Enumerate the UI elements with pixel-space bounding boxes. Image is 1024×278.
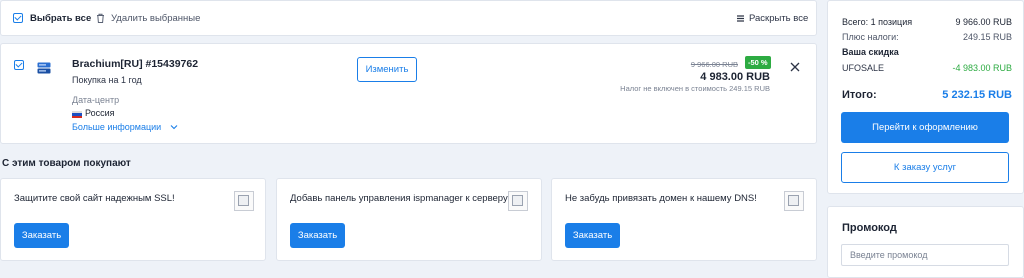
summary-tax-label: Плюс налоги:	[842, 32, 899, 42]
select-all-checkbox[interactable]	[13, 13, 23, 23]
summary-grand-label: Итого:	[842, 89, 877, 101]
promo-input[interactable]	[841, 244, 1009, 266]
close-icon[interactable]	[790, 62, 800, 72]
upsell-text: Добавь панель управления ispmanager к се…	[290, 193, 511, 204]
upsell-text: Защитите свой сайт надежным SSL!	[14, 193, 175, 204]
upsell-card-ssl: Защитите свой сайт надежным SSL! Заказат…	[0, 178, 266, 261]
change-button[interactable]: Изменить	[357, 57, 417, 82]
server-icon	[37, 62, 51, 74]
expand-all-button[interactable]: Раскрыть все	[749, 13, 808, 24]
summary-tax-value: 249.15 RUB	[962, 32, 1012, 42]
old-price: 9 966.00 RUB	[690, 60, 738, 69]
cart-toolbar: Выбрать все Удалить выбранные Раскрыть в…	[0, 0, 817, 36]
order-ispmanager-button[interactable]: Заказать	[290, 223, 345, 248]
checkout-button[interactable]: Перейти к оформлению	[841, 112, 1009, 143]
discount-badge: -50 %	[745, 56, 771, 69]
summary-discount-title: Ваша скидка	[842, 47, 899, 57]
summary-promo-value: -4 983.00 RUB	[952, 63, 1012, 73]
item-checkbox[interactable]	[14, 60, 24, 70]
broken-image-icon	[234, 191, 254, 211]
chevron-down-icon[interactable]	[170, 124, 178, 130]
summary-total-value: 9 966.00 RUB	[955, 17, 1012, 27]
cart-item: Brachium[RU] #15439762 Покупка на 1 год …	[0, 43, 817, 144]
country-name: Россия	[85, 108, 115, 118]
upsell-card-ispmanager: Добавь панель управления ispmanager к се…	[276, 178, 542, 261]
datacenter-label: Дата-центр	[72, 95, 120, 105]
product-name: Brachium[RU] #15439762	[72, 58, 199, 70]
promo-title: Промокод	[842, 222, 897, 234]
order-ssl-button[interactable]: Заказать	[14, 223, 69, 248]
promo-card: Промокод	[827, 206, 1024, 278]
broken-image-icon	[508, 191, 528, 211]
summary-grand-value: 5 232.15 RUB	[942, 89, 1012, 101]
summary-promo-code: UFOSALE	[842, 63, 885, 73]
order-summary: Всего: 1 позиция 9 966.00 RUB Плюс налог…	[827, 0, 1024, 194]
russia-flag-icon	[72, 111, 82, 118]
summary-total-label: Всего: 1 позиция	[842, 17, 913, 27]
upsell-card-dns: Не забудь привязать домен к нашему DNS! …	[551, 178, 817, 261]
select-all-label[interactable]: Выбрать все	[30, 13, 91, 24]
tax-note: Налог не включен в стоимость 249.15 RUB	[620, 84, 770, 93]
trash-icon[interactable]	[96, 13, 105, 23]
broken-image-icon	[784, 191, 804, 211]
new-price: 4 983.00 RUB	[700, 71, 770, 83]
product-term: Покупка на 1 год	[72, 75, 142, 85]
order-dns-button[interactable]: Заказать	[565, 223, 620, 248]
expand-icon[interactable]	[736, 14, 745, 23]
services-button[interactable]: К заказу услуг	[841, 152, 1009, 183]
delete-selected-button[interactable]: Удалить выбранные	[111, 13, 200, 24]
upsell-text: Не забудь привязать домен к нашему DNS!	[565, 193, 757, 204]
more-info-link[interactable]: Больше информации	[72, 122, 161, 132]
upsell-title: С этим товаром покупают	[2, 158, 131, 169]
